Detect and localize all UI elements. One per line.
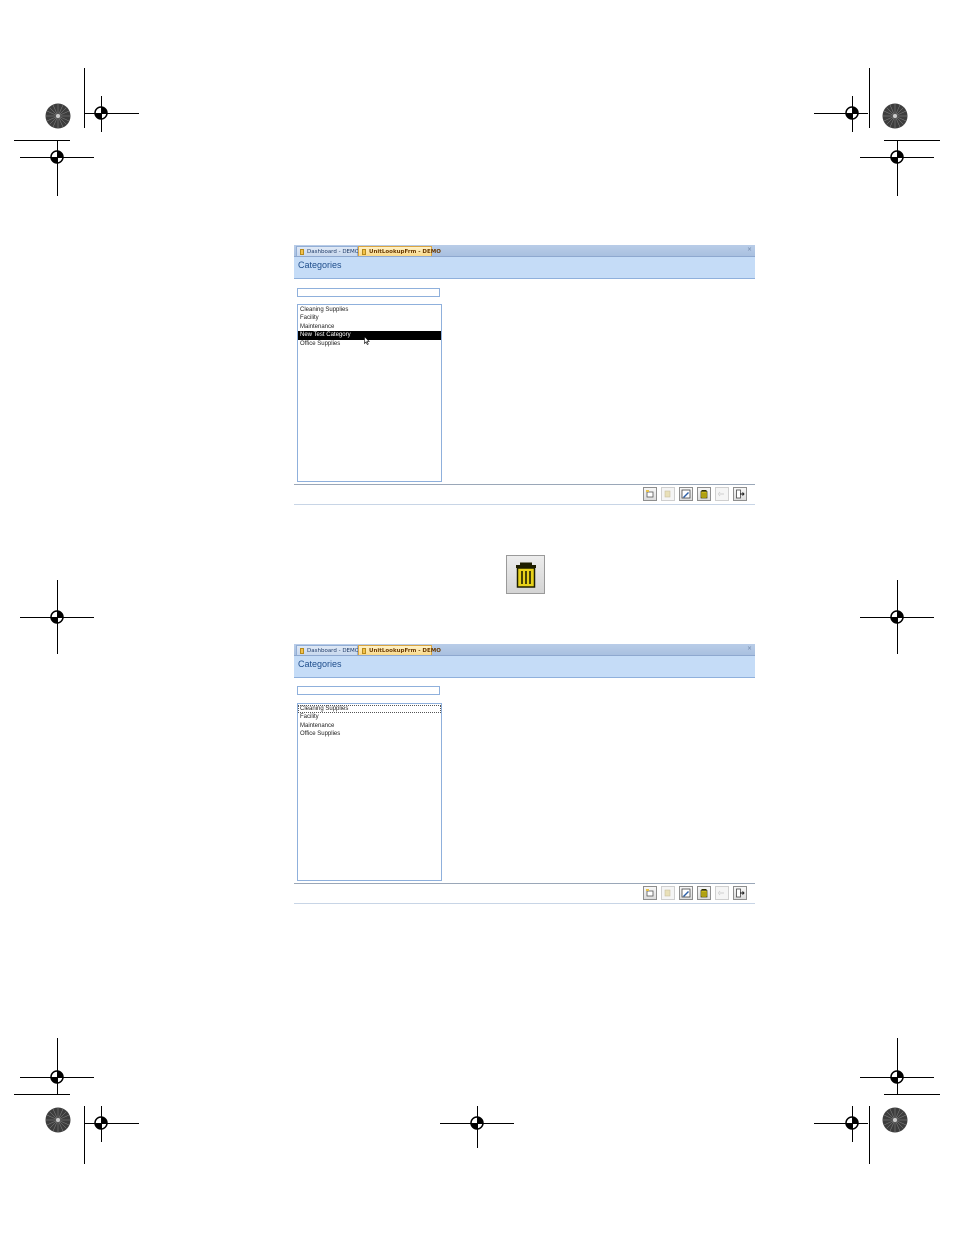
form-title: Categories	[298, 659, 342, 669]
tab-dashboard[interactable]: Dashboard - DEMO	[296, 645, 360, 655]
rosette-mark-icon	[45, 1107, 71, 1133]
registration-target-icon	[50, 1070, 64, 1084]
tab-label: UnitLookupFrm - DEMO	[369, 648, 441, 654]
new-record-icon	[646, 889, 654, 897]
record-toolbar	[643, 487, 751, 501]
close-form-button[interactable]	[733, 886, 747, 900]
delete-record-button[interactable]	[697, 886, 711, 900]
search-input[interactable]	[297, 686, 440, 695]
tab-dashboard[interactable]: Dashboard - DEMO	[296, 246, 360, 256]
document-tab-strip: Dashboard - DEMO UnitLookupFrm - DEMO ×	[294, 644, 755, 656]
close-tab-icon[interactable]: ×	[747, 644, 752, 654]
categories-listbox[interactable]: Cleaning Supplies Facility Maintenance O…	[297, 703, 442, 881]
new-record-button[interactable]	[643, 886, 657, 900]
registration-target-icon	[845, 106, 859, 120]
tab-unitlookupfrm[interactable]: UnitLookupFrm - DEMO	[358, 645, 441, 655]
edit-record-icon	[681, 888, 691, 898]
close-form-icon	[736, 489, 745, 499]
document-tab-strip: Dashboard - DEMO UnitLookupFrm - DEMO ×	[294, 245, 755, 257]
tab-label: Dashboard - DEMO	[307, 249, 360, 255]
close-form-button[interactable]	[733, 487, 747, 501]
registration-target-icon	[94, 1116, 108, 1130]
access-form-window-before: Dashboard - DEMO UnitLookupFrm - DEMO × …	[294, 245, 755, 507]
registration-target-icon	[50, 610, 64, 624]
access-form-window-after: Dashboard - DEMO UnitLookupFrm - DEMO × …	[294, 644, 755, 906]
form-tab-icon	[300, 249, 304, 255]
list-item[interactable]: Maintenance	[298, 323, 441, 332]
close-tab-icon[interactable]: ×	[747, 245, 752, 255]
registration-target-icon	[890, 1070, 904, 1084]
form-header: Categories	[294, 656, 755, 678]
form-tab-icon	[362, 648, 366, 654]
registration-target-icon	[890, 610, 904, 624]
registration-target-icon	[890, 150, 904, 164]
form-footer-divider	[294, 484, 755, 485]
undo-icon	[717, 491, 724, 497]
form-tab-icon	[300, 648, 304, 654]
form-footer-divider	[294, 883, 755, 884]
list-item[interactable]: Facility	[298, 713, 441, 722]
save-record-icon	[664, 490, 671, 498]
rosette-mark-icon	[882, 1107, 908, 1133]
delete-record-icon	[700, 490, 708, 499]
edit-record-icon	[681, 489, 691, 499]
new-record-icon	[646, 490, 654, 498]
undo-button[interactable]	[715, 487, 729, 501]
registration-target-icon	[50, 150, 64, 164]
form-title: Categories	[298, 260, 342, 270]
rosette-mark-icon	[45, 103, 71, 129]
list-item-focused[interactable]: Cleaning Supplies	[298, 704, 441, 713]
form-bottom-border	[294, 903, 755, 904]
registration-target-icon	[94, 106, 108, 120]
close-form-icon	[736, 888, 745, 898]
registration-target-icon	[845, 1116, 859, 1130]
form-tab-icon	[362, 249, 366, 255]
list-item[interactable]: Cleaning Supplies	[298, 306, 441, 315]
categories-listbox[interactable]: Cleaning Supplies Facility Maintenance N…	[297, 304, 442, 482]
tab-label: Dashboard - DEMO	[307, 648, 360, 654]
delete-record-button-callout[interactable]	[506, 555, 545, 594]
delete-record-button[interactable]	[697, 487, 711, 501]
edit-record-button[interactable]	[679, 886, 693, 900]
edit-record-button[interactable]	[679, 487, 693, 501]
mouse-pointer-icon	[364, 336, 370, 345]
save-record-button[interactable]	[661, 886, 675, 900]
undo-icon	[717, 890, 724, 896]
rosette-mark-icon	[882, 103, 908, 129]
record-toolbar	[643, 886, 751, 900]
search-input[interactable]	[297, 288, 440, 297]
trash-can-icon	[516, 562, 536, 588]
list-item[interactable]: Maintenance	[298, 722, 441, 731]
registration-target-icon	[470, 1116, 484, 1130]
list-item[interactable]: Facility	[298, 314, 441, 323]
undo-button[interactable]	[715, 886, 729, 900]
save-record-button[interactable]	[661, 487, 675, 501]
new-record-button[interactable]	[643, 487, 657, 501]
list-item[interactable]: Office Supplies	[298, 730, 441, 739]
form-bottom-border	[294, 504, 755, 505]
save-record-icon	[664, 889, 671, 897]
tab-label: UnitLookupFrm - DEMO	[369, 249, 441, 255]
form-header: Categories	[294, 257, 755, 279]
delete-record-icon	[700, 889, 708, 898]
tab-unitlookupfrm[interactable]: UnitLookupFrm - DEMO	[358, 246, 441, 256]
